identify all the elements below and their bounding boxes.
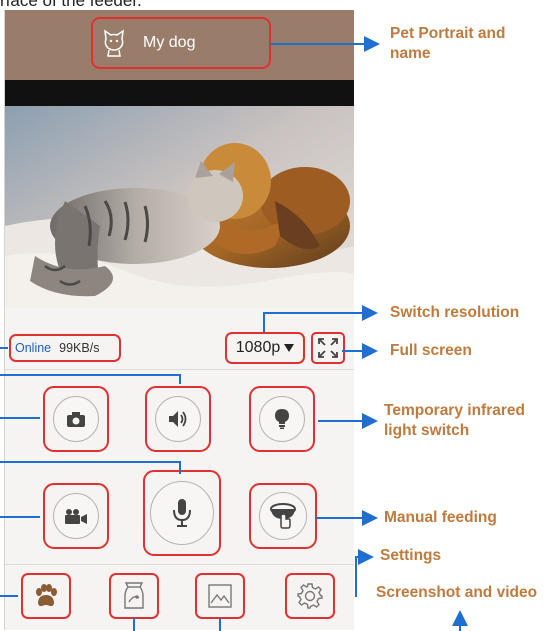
video-camera-icon bbox=[65, 509, 87, 524]
screenshot-button[interactable] bbox=[43, 386, 109, 452]
tab-food[interactable] bbox=[109, 573, 159, 619]
paw-icon bbox=[36, 584, 57, 607]
tab-settings[interactable] bbox=[285, 573, 335, 619]
gallery-icon bbox=[208, 584, 232, 608]
dropdown-triangle-icon bbox=[284, 344, 295, 352]
microphone-icon bbox=[173, 499, 191, 527]
cat-avatar-icon bbox=[104, 29, 124, 57]
resolution-button[interactable]: 1080p bbox=[225, 332, 305, 364]
tab-gallery[interactable] bbox=[195, 573, 245, 619]
food-bag-icon bbox=[124, 582, 144, 609]
callout-infrared: Temporary infrared light switch bbox=[384, 402, 525, 439]
online-status: Online bbox=[15, 341, 52, 355]
expand-icon bbox=[318, 338, 338, 358]
infrared-light-button[interactable] bbox=[249, 386, 315, 452]
network-speed: 99KB/s bbox=[59, 341, 100, 355]
pet-portrait-button[interactable]: My dog bbox=[91, 17, 271, 69]
app-screen: My dog Online 99KB/s 1080p bbox=[4, 10, 354, 630]
fullscreen-button[interactable] bbox=[311, 332, 345, 364]
bottom-tab-bar bbox=[5, 564, 354, 630]
camera-icon bbox=[67, 411, 85, 427]
gear-icon bbox=[297, 583, 323, 609]
tab-pet[interactable] bbox=[21, 573, 71, 619]
feeder-bowl-icon bbox=[270, 503, 296, 529]
video-frame-image bbox=[5, 106, 354, 308]
callout-screenshot-video: Screenshot and video bbox=[376, 584, 538, 601]
record-video-button[interactable] bbox=[43, 483, 109, 549]
manual-feeding-button[interactable] bbox=[249, 483, 317, 549]
video-feed[interactable] bbox=[5, 106, 354, 308]
callout-full-screen: Full screen bbox=[390, 342, 472, 359]
status-row: Online 99KB/s 1080p bbox=[5, 328, 354, 370]
speaker-icon bbox=[169, 411, 187, 427]
callout-switch-resolution: Switch resolution bbox=[390, 304, 520, 321]
connection-status: Online 99KB/s bbox=[9, 334, 121, 362]
talk-button[interactable] bbox=[143, 470, 221, 556]
callout-pet-portrait: Pet Portrait and name bbox=[390, 25, 506, 62]
bulb-icon bbox=[275, 409, 289, 429]
speaker-button[interactable] bbox=[145, 386, 211, 452]
callout-settings: Settings bbox=[380, 547, 442, 564]
header-bar: My dog bbox=[5, 10, 354, 80]
pet-name: My dog bbox=[143, 34, 196, 51]
callout-manual-feeding: Manual feeding bbox=[384, 509, 497, 526]
resolution-value: 1080p bbox=[235, 339, 281, 356]
